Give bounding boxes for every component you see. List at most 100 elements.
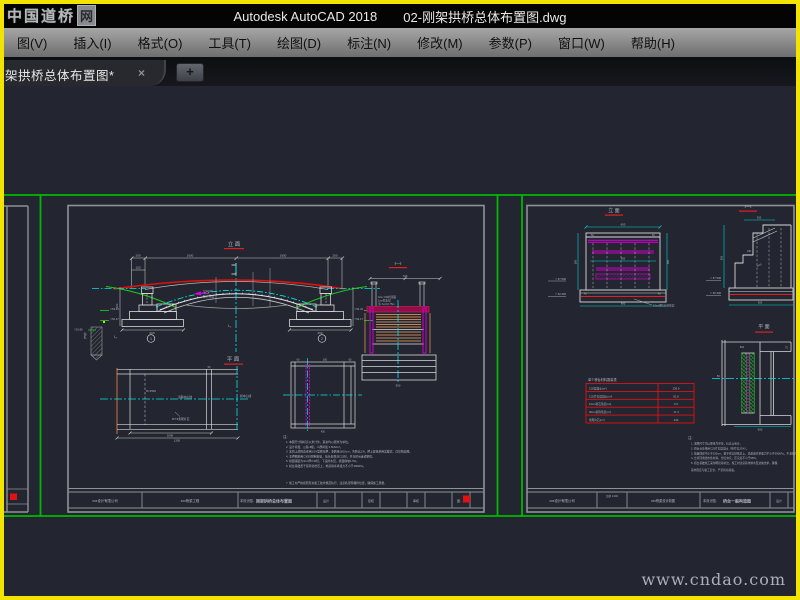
menu-format[interactable]: 格式(O)	[125, 33, 196, 52]
dim-text: 1600	[280, 254, 287, 258]
water-level-label: 设计水位	[203, 295, 214, 299]
detail-bubble-1-label: 1	[150, 337, 152, 341]
dim-text: 1600	[187, 254, 194, 258]
dim-text: 300	[323, 359, 328, 362]
file-tab-bar: 架拱桥总体布置图* × +	[4, 57, 796, 86]
right-section-view: I—I 320 500 630 240 2440 ▽ 57.500 ▽ 52.3…	[706, 204, 794, 306]
plan-masonry-label: M7.5浆砌片石	[172, 417, 190, 421]
arch-axis-line	[155, 289, 318, 308]
right-notes: 注: 1. 本图尺寸均以厘米为单位，标高以米计。 2. 桥台台身采用C25片石混…	[688, 435, 796, 472]
water-level-value: ▽32.50	[203, 289, 213, 293]
left-elevation-view: 立 面 200 1600 1600 200 150 600 600 400 1 …	[74, 240, 380, 361]
note-line: 6. 桥台基础置于弱风化岩层上，地基容许承载力不小于400kPa。	[286, 464, 366, 468]
table-qty: 236.9	[673, 386, 680, 390]
note-line: 3. 本桥上部构造采用1/5-Ⅰ型刚架拱，净跨径1600cm，矢跨比1/8，拱上…	[286, 450, 412, 454]
left-notes: 注: 1. 本图尺寸除标高以米计外，其余均以厘米为单位。 2. 设计荷载：公路-…	[283, 434, 412, 485]
titleblock-project: xxx桥梁工程	[181, 498, 200, 503]
left-sheet-border	[67, 204, 485, 513]
dim-text: 420	[321, 431, 326, 434]
left-elevation-title-underline	[224, 248, 244, 250]
dim-text: 320	[757, 216, 762, 220]
section-foundation	[361, 354, 437, 381]
level-text: ▽ 57.500	[710, 276, 722, 280]
menu-draw[interactable]: 绘图(D)	[264, 33, 334, 52]
table-qty: 81.8	[673, 394, 679, 398]
menu-window[interactable]: 窗口(W)	[545, 33, 618, 52]
dim-text: 580	[574, 259, 578, 264]
titleblock-cell: 复核	[368, 498, 374, 503]
site-watermark: www.cndao.com	[641, 570, 786, 589]
deck-note: 4cm C30砼铺装	[378, 295, 397, 299]
arch-soffit-curve	[184, 304, 289, 309]
borehole-label: 孔	[84, 336, 87, 340]
tab-close-icon[interactable]: ×	[138, 66, 145, 80]
titleblock-cell: 设计	[323, 498, 329, 503]
note-line: 5. 桥台基础施工采用明挖基坑法，施工时注意基坑排水及边坡支护，确保	[691, 461, 778, 465]
note-line: 1. 本图尺寸均以厘米为单位，标高以米计。	[691, 442, 742, 446]
autocad-window: 中国道桥 网 Autodesk AutoCAD 2018 02-刚架拱桥总体布置…	[0, 0, 800, 600]
right-plan-outline	[721, 340, 792, 426]
titleblock-cell: 审核	[413, 498, 419, 503]
new-tab-button[interactable]: +	[176, 63, 204, 82]
titleblock-cell: 图-	[457, 499, 461, 503]
left-section-title: I—I	[394, 261, 401, 266]
level-text: ▽54.34	[110, 307, 119, 311]
menu-modify[interactable]: 修改(M)	[404, 33, 476, 52]
borehole-level: ▽51.80	[74, 328, 83, 332]
table-qty: 17.4	[673, 410, 679, 414]
menu-tools[interactable]: 工具(T)	[195, 33, 264, 52]
titleblock-project: xxx桥梁设计制图	[651, 498, 675, 503]
dim-text: 1096	[167, 433, 174, 437]
dim-text: 200	[332, 254, 337, 258]
note-line: 5. 桥面铺装为4cm厚C30砼，下设防水层，桥面横坡1.5%。	[286, 459, 359, 463]
dim-text: 500	[396, 384, 401, 388]
titleblock-label: 本设计图-	[240, 498, 254, 503]
left-bearing-detail: 60 300 60 420	[283, 358, 362, 434]
right-title-block: xxx设计有限公司 比例 1:200 xxx桥梁设计制图 本设计图- 桥台一般构…	[527, 488, 794, 509]
site-logo: 中国道桥 网	[7, 5, 97, 26]
logo-text: 中国道桥	[7, 8, 76, 25]
titleblock-scale: 比例 1:200	[606, 494, 619, 498]
dim-text: 600	[621, 223, 626, 227]
dim-text: 240	[747, 250, 752, 253]
section-leg-left	[369, 307, 374, 354]
menu-insert[interactable]: 插入(I)	[60, 33, 124, 52]
note-line: 2. 桥台台身采用C25片石混凝土（掺片石20%）。	[691, 446, 749, 450]
level-text: ▽52.17	[110, 317, 119, 321]
menu-view[interactable]: 图(V)	[4, 33, 60, 52]
dim-text: 790	[403, 274, 408, 278]
material-table-title: 单个桥台材料数量表	[588, 377, 617, 382]
table-qty: 230	[674, 418, 679, 422]
title-bar: 中国道桥 网 Autodesk AutoCAD 2018 02-刚架拱桥总体布置…	[4, 4, 796, 28]
menu-parametric[interactable]: 参数(P)	[476, 33, 545, 52]
dim-text: 600	[149, 331, 154, 335]
l1-label: L₁	[114, 335, 118, 339]
left-plan-title: 平 面	[227, 356, 240, 363]
left-plan-view: 平 面 R=1500 道路中心线 桥中心线 M7.5浆砌片石 50 1096 1…	[100, 356, 251, 442]
table-qty: 6.0	[674, 402, 678, 406]
section-leg-right	[422, 307, 427, 354]
menu-help[interactable]: 帮助(H)	[618, 33, 688, 52]
tab-drawing[interactable]: 架拱桥总体布置图* ×	[4, 60, 166, 86]
menu-dimension[interactable]: 标注(N)	[334, 33, 404, 52]
deck-note: 1cm防水层	[378, 299, 391, 303]
table-item: 30cm砂砾垫层(m³)	[589, 410, 611, 414]
wing-slope-lines	[752, 227, 778, 243]
table-item: 10cm碎石垫层(m²)	[589, 402, 611, 406]
dim-text: 600	[317, 331, 322, 335]
pad-note: 10cm厚C25砼垫层	[653, 304, 675, 308]
dim-text: 1300	[174, 438, 181, 442]
titleblock-company: xxx设计有限公司	[92, 498, 117, 503]
dim-text: 550	[621, 257, 626, 261]
app-title: Autodesk AutoCAD 2018	[233, 8, 378, 24]
dim-text: 150	[135, 266, 140, 270]
titleblock-cell: 设计	[776, 498, 782, 503]
dim-text: 50	[208, 366, 211, 369]
model-space-canvas[interactable]: 立 面 200 1600 1600 200 150 600 600 400 1 …	[4, 86, 796, 596]
cad-drawing: 立 面 200 1600 1600 200 150 600 600 400 1 …	[4, 194, 796, 517]
dim-text: 50	[717, 375, 720, 378]
left-title-block: xxx设计有限公司 xxx桥梁工程 本设计图- 刚架拱桥总体布置图 设计 复核 …	[68, 488, 484, 509]
left-elevation-title: 立 面	[228, 240, 241, 248]
right-elevation-title: 立 面	[608, 207, 619, 214]
plan-radius-label: R=1500	[146, 389, 156, 393]
